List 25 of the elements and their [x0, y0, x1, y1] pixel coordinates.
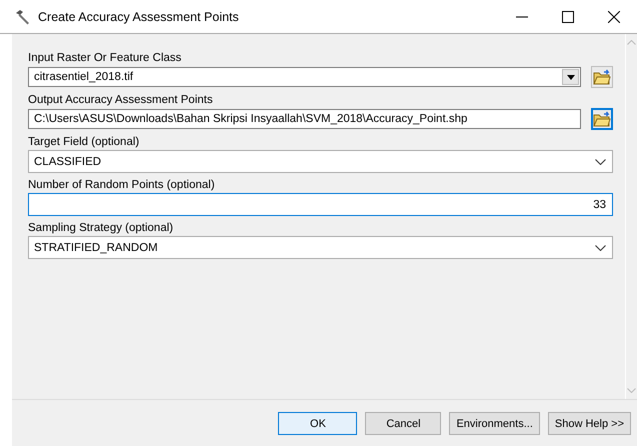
folder-icon — [593, 69, 611, 85]
parameter-label: Target Field (optional) — [28, 135, 140, 149]
dropdown-field[interactable]: STRATIFIED_RANDOM — [28, 236, 613, 259]
dialog-button[interactable]: OK — [278, 412, 358, 435]
number-input-field[interactable]: 33 — [28, 193, 613, 216]
parameter-label: Input Raster Or Feature Class — [28, 51, 182, 65]
parameter-label: Output Accuracy Assessment Points — [28, 93, 213, 107]
dialog-button[interactable]: Cancel — [365, 412, 442, 435]
raster-combo-box[interactable]: citrasentiel_2018.tif — [28, 67, 581, 87]
chevron-down-icon — [595, 158, 606, 164]
dialog-button[interactable]: Environments... — [449, 412, 540, 435]
window-title: Create Accuracy Assessment Points — [38, 10, 240, 24]
dropdown-field[interactable]: CLASSIFIED — [28, 150, 613, 173]
folder-icon — [593, 111, 611, 127]
hammer-icon — [14, 8, 30, 24]
minimize-icon[interactable] — [516, 16, 528, 18]
output-path-field[interactable]: C:\Users\ASUS\Downloads\Bahan Skripsi Insyaallah\SVM_2018\Accuracy_Point.shp — [28, 109, 581, 129]
close-icon[interactable] — [608, 10, 620, 22]
parameter-label: Sampling Strategy (optional) — [28, 221, 174, 235]
chevron-down-icon — [595, 244, 606, 250]
browse-button[interactable] — [591, 66, 613, 88]
parameter-label: Number of Random Points (optional) — [28, 178, 215, 192]
browse-button[interactable] — [591, 108, 613, 130]
dialog-button[interactable]: Show Help >> — [548, 412, 631, 435]
maximize-icon[interactable] — [562, 10, 574, 22]
